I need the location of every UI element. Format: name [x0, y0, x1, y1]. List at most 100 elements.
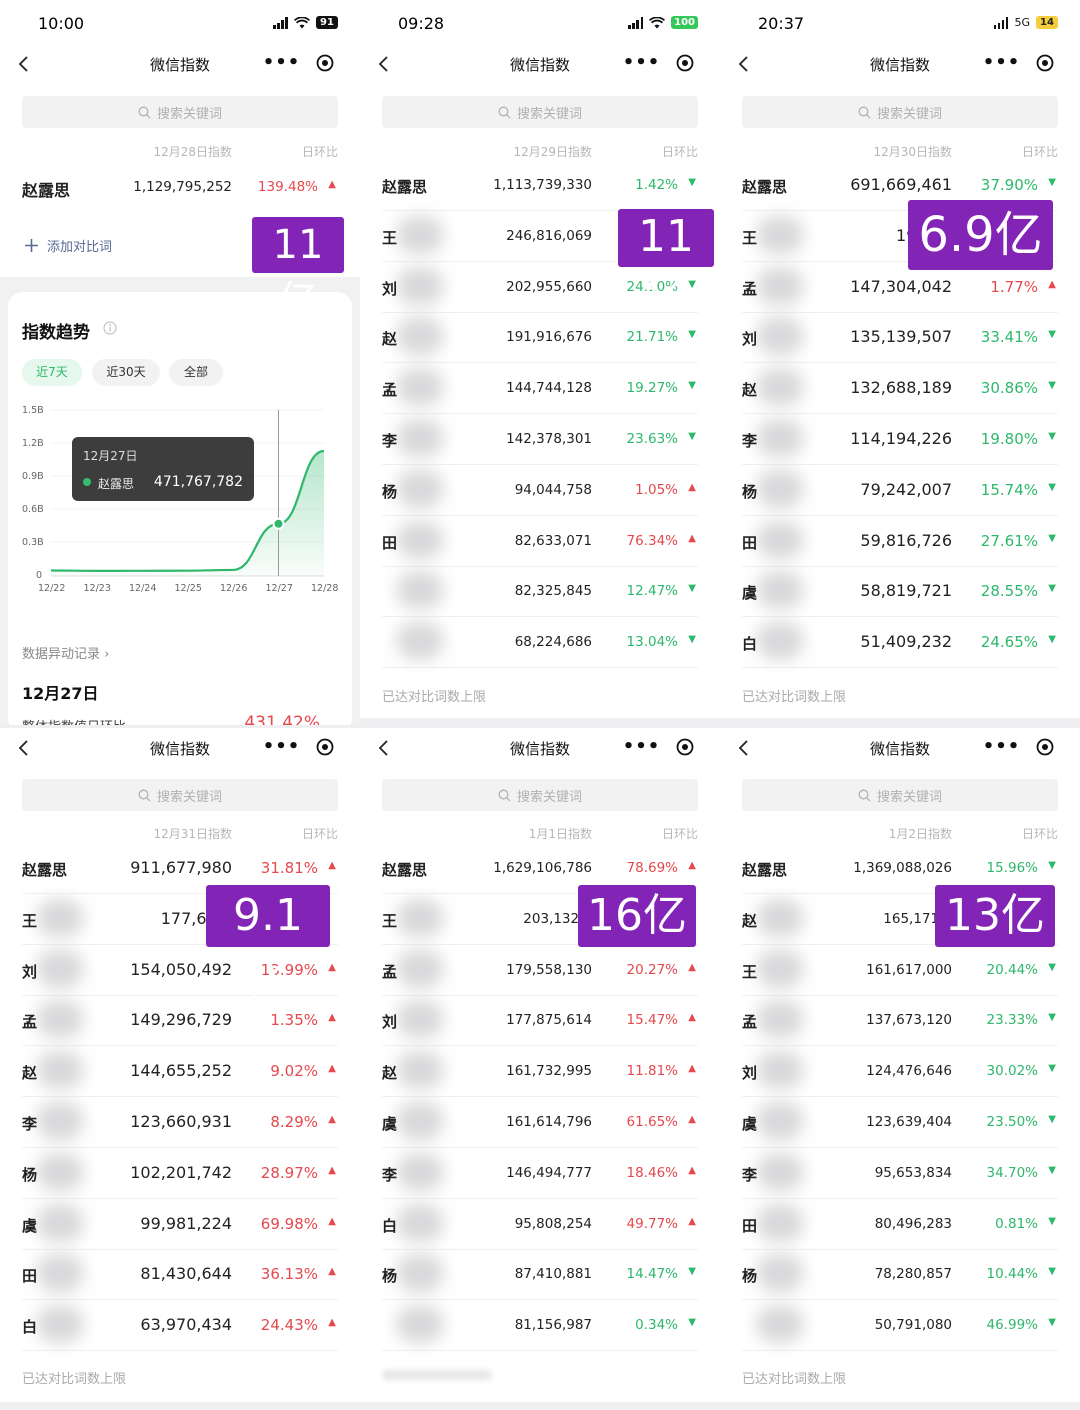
search-input[interactable]: 搜索关键词 — [22, 96, 338, 128]
table-row[interactable]: 杨 102,201,742 28.97% ▲ — [22, 1148, 338, 1199]
tab-7days[interactable]: 近7天 — [22, 359, 82, 386]
table-row[interactable]: 虞 161,614,796 61.65% ▲ — [382, 1097, 698, 1148]
search-placeholder: 搜索关键词 — [876, 106, 942, 122]
close-miniprogram-icon[interactable] — [303, 738, 346, 756]
tab-30days[interactable]: 近30天 — [92, 359, 160, 386]
table-row[interactable]: 刘154,050,49213.99%▲ — [22, 945, 338, 996]
table-row[interactable]: 田 80,496,283 0.81% ▼ — [742, 1199, 1058, 1250]
blurred-name-mask — [396, 368, 444, 407]
table-row[interactable]: 68,224,686 13.04% ▼ — [382, 617, 698, 669]
down-arrow-icon: ▼ — [688, 634, 696, 646]
table-row[interactable]: 赵露思 1,113,739,330 1.42% ▼ — [382, 160, 698, 211]
table-row[interactable]: 王 161,617,000 20.44% ▼ — [742, 945, 1058, 996]
table-row[interactable]: 白 51,409,232 24.65% ▼ — [742, 617, 1058, 669]
index-value: 123,639,404 — [866, 1114, 952, 1130]
table-row[interactable]: 田 59,816,726 27.61% ▼ — [742, 516, 1058, 567]
keyword-name: 赵露思 — [382, 178, 428, 196]
search-input[interactable]: 搜索关键词 — [742, 779, 1058, 811]
blurred-name-mask — [396, 1102, 444, 1140]
table-row[interactable]: 白 63,970,434 24.43% ▲ — [22, 1300, 338, 1352]
tab-all[interactable]: 全部 — [169, 359, 223, 386]
more-icon[interactable]: ••• — [620, 732, 663, 762]
table-row[interactable]: 赵 132,688,189 30.86% ▼ — [742, 363, 1058, 415]
ratio-value: 23.33% — [986, 1012, 1038, 1029]
table-row[interactable]: 赵露思 1,129,795,252 139.48% ▲ — [22, 162, 338, 213]
blurred-name-mask — [396, 1000, 444, 1039]
date-label: 1月2日指数 — [888, 827, 952, 841]
table-row[interactable]: 李 95,653,834 34.70% ▼ — [742, 1148, 1058, 1199]
table-row[interactable]: 杨 94,044,758 1.05% ▲ — [382, 465, 698, 516]
table-row[interactable]: 虞 123,639,404 23.50% ▼ — [742, 1097, 1058, 1148]
table-row[interactable]: 孟 144,744,128 19.27% ▼ — [382, 363, 698, 415]
table-row[interactable]: 田 82,633,071 76.34% ▲ — [382, 516, 698, 567]
search-icon — [138, 789, 151, 801]
table-row[interactable]: 虞 99,981,224 69.98% ▲ — [22, 1199, 338, 1250]
table-row[interactable]: 孟 149,296,729 1.35% ▲ — [22, 995, 338, 1047]
more-icon[interactable]: ••• — [260, 48, 303, 78]
tooltip-value: 471,767,782 — [153, 474, 243, 490]
search-input[interactable]: 搜索关键词 — [742, 96, 1058, 128]
table-row[interactable]: 81,156,987 0.34% ▼ — [382, 1300, 698, 1352]
search-icon — [498, 106, 511, 118]
capsule-menu: ••• — [260, 48, 346, 78]
add-compare-button[interactable]: 添加对比词 — [24, 236, 112, 255]
close-miniprogram-icon[interactable] — [1023, 738, 1066, 756]
status-time: 20:37 — [758, 14, 805, 33]
table-row[interactable]: 杨 78,280,857 10.44% ▼ — [742, 1249, 1058, 1301]
more-icon[interactable]: ••• — [980, 732, 1023, 762]
keyword-name: 白 — [742, 635, 758, 654]
keyword-name: 王 — [742, 228, 758, 247]
blurred-name-mask — [396, 1254, 444, 1293]
table-row[interactable]: 虞 58,819,721 28.55% ▼ — [742, 566, 1058, 618]
keyword-name: 虞 — [742, 584, 758, 603]
ratio-value: 20.27% — [626, 961, 678, 978]
anomaly-link[interactable]: 数据异动记录 › — [22, 643, 109, 662]
table-row[interactable]: 杨 87,410,881 14.47% ▼ — [382, 1249, 698, 1301]
table-row[interactable]: 李 114,194,226 19.80% ▼ — [742, 414, 1058, 465]
index-value: 87,410,881 — [514, 1266, 592, 1283]
keyword-name: 王 — [22, 911, 38, 930]
network-type: 5G — [1014, 16, 1030, 29]
close-miniprogram-icon[interactable] — [663, 738, 706, 756]
table-row[interactable]: 李 146,494,777 18.46% ▲ — [382, 1148, 698, 1199]
search-input[interactable]: 搜索关键词 — [382, 96, 698, 128]
nav-bar: 微信指数 ••• — [720, 728, 1080, 768]
table-row[interactable]: 孟 179,558,130 20.27% ▲ — [382, 945, 698, 996]
table-row[interactable]: 50,791,080 46.99% ▼ — [742, 1300, 1058, 1352]
search-input[interactable]: 搜索关键词 — [22, 779, 338, 811]
more-icon[interactable]: ••• — [260, 732, 303, 762]
blurred-name-mask — [36, 1203, 84, 1242]
table-row[interactable]: 杨 79,242,007 15.74% ▼ — [742, 465, 1058, 516]
table-row[interactable]: 白 95,808,254 49.77% ▲ — [382, 1199, 698, 1250]
panel-jan2: 微信指数 ••• 搜索关键词 1月2日指数 日环比 赵露思 1,369,088,02… — [720, 728, 1080, 1402]
data-point — [272, 517, 285, 530]
close-miniprogram-icon[interactable] — [1023, 54, 1066, 72]
table-row[interactable]: 刘 124,476,646 30.02% ▼ — [742, 1046, 1058, 1098]
index-value: 78,280,857 — [874, 1266, 952, 1283]
table-row[interactable]: 82,325,845 12.47% ▼ — [382, 566, 698, 618]
table-row[interactable]: 田 81,430,644 36.13% ▲ — [22, 1249, 338, 1301]
search-placeholder: 搜索关键词 — [156, 789, 222, 805]
close-miniprogram-icon[interactable] — [303, 54, 346, 72]
table-row[interactable]: 赵 144,655,252 9.02% ▲ — [22, 1046, 338, 1098]
down-arrow-icon: ▼ — [688, 177, 696, 188]
up-arrow-icon: ▲ — [1048, 278, 1056, 290]
ratio-value: 21.71% — [626, 329, 678, 346]
info-icon[interactable] — [103, 321, 117, 335]
up-arrow-icon: ▲ — [688, 532, 696, 544]
table-row[interactable]: 赵 161,732,995 11.81% ▲ — [382, 1046, 698, 1098]
more-icon[interactable]: ••• — [980, 48, 1023, 78]
blurred-name-mask — [36, 1051, 84, 1090]
down-arrow-icon: ▼ — [1048, 1063, 1056, 1075]
search-input[interactable]: 搜索关键词 — [382, 779, 698, 811]
table-row[interactable]: 刘 177,875,614 15.47% ▲ — [382, 995, 698, 1047]
close-miniprogram-icon[interactable] — [663, 54, 706, 72]
up-arrow-icon: ▲ — [688, 860, 696, 871]
table-row[interactable]: 孟 137,673,120 23.33% ▼ — [742, 995, 1058, 1047]
more-icon[interactable]: ••• — [620, 48, 663, 78]
table-row[interactable]: 刘 135,139,507 33.41% ▼ — [742, 312, 1058, 364]
capsule-menu: ••• — [980, 732, 1066, 762]
x-tick: 12/28 — [311, 583, 339, 594]
table-row[interactable]: 李 142,378,301 23.63% ▼ — [382, 414, 698, 465]
table-row[interactable]: 李 123,660,931 8.29% ▲ — [22, 1097, 338, 1148]
